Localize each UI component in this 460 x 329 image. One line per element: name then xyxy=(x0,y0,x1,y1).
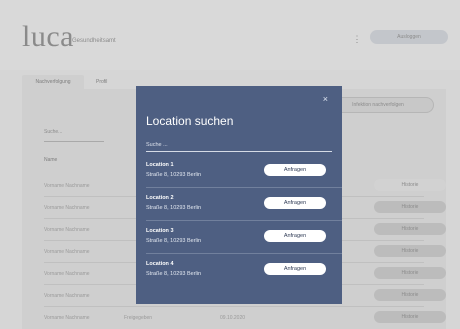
logout-button[interactable]: Ausloggen xyxy=(370,30,448,44)
history-button[interactable]: Historie xyxy=(374,267,446,279)
panel-search-input[interactable]: Suche... xyxy=(44,129,62,135)
location-name: Location 3 xyxy=(146,228,174,234)
luca-logo: luca xyxy=(22,20,74,53)
location-list-item: Location 2 Straße 8, 10293 Berlin Anfrag… xyxy=(146,189,342,221)
logo-subtitle: Gesundheitsamt xyxy=(72,38,116,44)
location-name: Location 1 xyxy=(146,162,174,168)
history-button[interactable]: Historie xyxy=(374,289,446,301)
row-name: Vorname Nachname xyxy=(44,183,90,189)
kebab-menu-icon[interactable]: ⋮ xyxy=(352,34,362,44)
history-button[interactable]: Historie xyxy=(374,179,446,191)
row-date: 09.10.2020 xyxy=(220,315,246,321)
location-list-item: Location 4 Straße 8, 10293 Berlin Anfrag… xyxy=(146,255,332,287)
row-status: Freigegeben xyxy=(124,315,153,321)
close-icon[interactable]: × xyxy=(323,94,328,104)
location-search-modal: × Location suchen Location 1 Straße 8, 1… xyxy=(136,86,342,304)
location-name: Location 4 xyxy=(146,261,174,267)
tab-tracking[interactable]: Nachverfolgung xyxy=(22,75,84,89)
row-name: Vorname Nachname xyxy=(44,205,90,211)
app-header: luca Gesundheitsamt ⋮ Ausloggen xyxy=(0,0,460,70)
request-button[interactable]: Anfragen xyxy=(264,230,326,242)
location-divider xyxy=(146,253,342,254)
location-address: Straße 8, 10293 Berlin xyxy=(146,205,202,211)
request-button[interactable]: Anfragen xyxy=(264,263,326,275)
panel-search-underline xyxy=(44,141,104,142)
location-address: Straße 8, 10293 Berlin xyxy=(146,238,202,244)
location-name: Location 2 xyxy=(146,195,174,201)
history-button[interactable]: Historie xyxy=(374,245,446,257)
table-row: Vorname Nachname Freigegeben 09.10.2020 … xyxy=(44,307,446,329)
row-name: Vorname Nachname xyxy=(44,249,90,255)
location-search-input[interactable] xyxy=(146,138,332,152)
table-header-name: Name xyxy=(44,157,58,163)
location-address: Straße 8, 10293 Berlin xyxy=(146,172,202,178)
row-name: Vorname Nachname xyxy=(44,227,90,233)
modal-title: Location suchen xyxy=(146,114,234,128)
row-name: Vorname Nachname xyxy=(44,315,90,321)
location-list-item: Location 1 Straße 8, 10293 Berlin Anfrag… xyxy=(146,156,342,188)
history-button[interactable]: Historie xyxy=(374,223,446,235)
location-list-item: Location 3 Straße 8, 10293 Berlin Anfrag… xyxy=(146,222,342,254)
row-name: Vorname Nachname xyxy=(44,271,90,277)
location-divider xyxy=(146,187,342,188)
history-button[interactable]: Historie xyxy=(374,311,446,323)
history-button[interactable]: Historie xyxy=(374,201,446,213)
location-divider xyxy=(146,220,342,221)
location-address: Straße 8, 10293 Berlin xyxy=(146,271,202,277)
tab-profile[interactable]: Profil xyxy=(96,75,107,89)
request-button[interactable]: Anfragen xyxy=(264,164,326,176)
row-name: Vorname Nachname xyxy=(44,293,90,299)
request-button[interactable]: Anfragen xyxy=(264,197,326,209)
